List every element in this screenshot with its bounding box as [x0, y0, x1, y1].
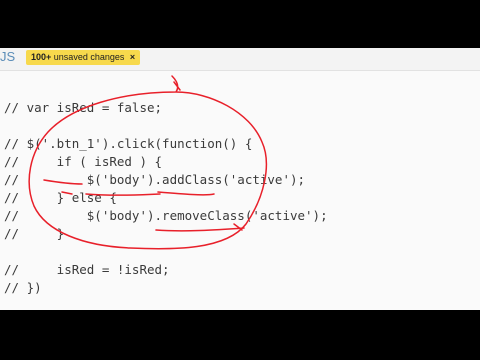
code-line: // if ( isRed ) { — [4, 154, 163, 169]
editor-screen: JS 100+ unsaved changes × // var isRed =… — [0, 48, 480, 310]
language-label: JS — [0, 49, 16, 64]
editor-toolbar: JS 100+ unsaved changes × — [0, 48, 480, 71]
code-line: // }) — [4, 280, 42, 295]
close-icon[interactable]: × — [130, 52, 135, 62]
code-line: // isRed = !isRed; — [4, 262, 170, 277]
code-line: // $('body').addClass('active'); — [4, 172, 306, 187]
code-editor[interactable]: // var isRed = false; // $('.btn_1').clic… — [4, 99, 328, 297]
unsaved-changes-badge[interactable]: 100+ unsaved changes × — [26, 50, 141, 65]
code-line: // $('body').removeClass('active'); — [4, 208, 328, 223]
code-line: // $('.btn_1').click(function() { — [4, 136, 253, 151]
code-line: // } — [4, 226, 65, 241]
unsaved-count: 100+ — [31, 52, 52, 62]
code-line: // } else { — [4, 190, 117, 205]
unsaved-text: unsaved changes — [53, 52, 125, 62]
code-line: // var isRed = false; — [4, 100, 163, 115]
